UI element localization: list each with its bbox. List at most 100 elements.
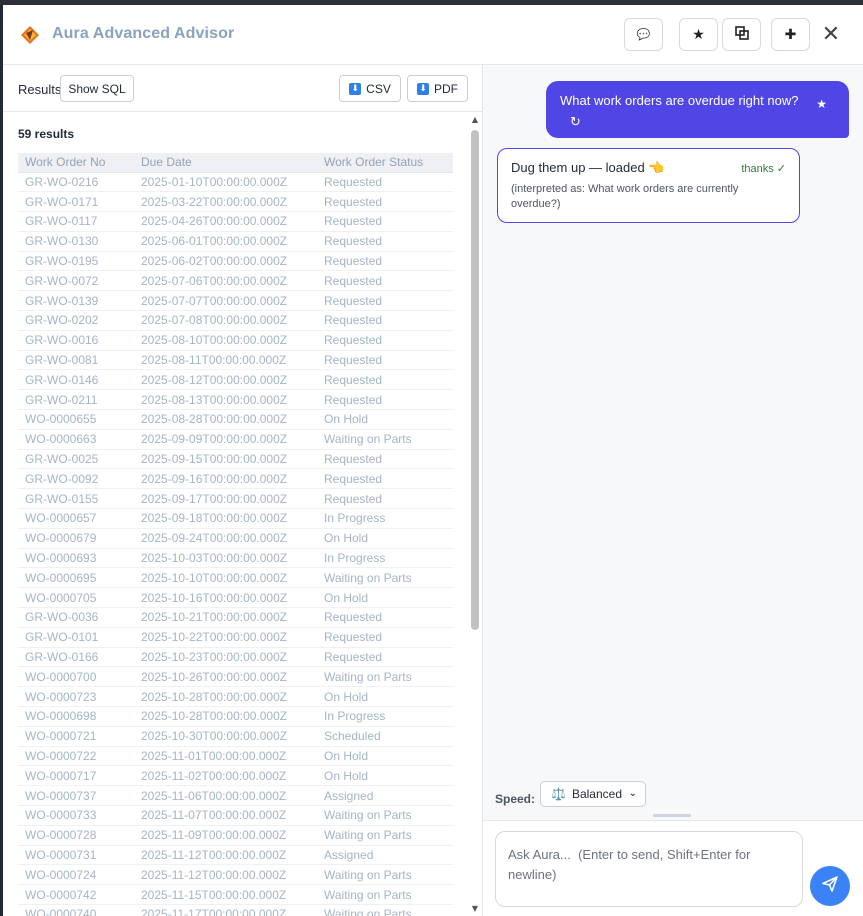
show-sql-button[interactable]: Show SQL [60, 75, 134, 102]
cell-work-order-no: GR-WO-0216 [18, 172, 134, 193]
table-row[interactable]: GR-WO-0155 2025-09-17T00:00:00.000Z Reques… [18, 488, 453, 510]
table-row[interactable]: WO-0000695 2025-10-10T00:00:00.000Z Waitin… [18, 567, 453, 589]
cell-status: Requested [317, 290, 453, 312]
cell-status: Requested [317, 607, 453, 628]
copy-window-button[interactable] [722, 18, 761, 51]
chevron-down-icon: ⌄ [628, 788, 637, 799]
cell-work-order-no: WO-0000657 [18, 508, 134, 529]
cell-due-date: 2025-11-01T00:00:00.000Z [134, 746, 317, 767]
user-message-bubble: What work orders are overdue right now? … [546, 81, 849, 138]
cell-status: Waiting on Parts [317, 884, 453, 905]
table-row[interactable]: WO-0000723 2025-10-28T00:00:00.000Z On Hol… [18, 686, 453, 708]
cell-work-order-no: GR-WO-0171 [18, 191, 134, 213]
table-row[interactable]: WO-0000655 2025-08-28T00:00:00.000Z On Hol… [18, 409, 453, 430]
table-row[interactable]: WO-0000700 2025-10-26T00:00:00.000Z Waitin… [18, 666, 453, 688]
table-row[interactable]: WO-0000733 2025-11-07T00:00:00.000Z Waitin… [18, 805, 453, 826]
scroll-up-icon[interactable]: ▲ [470, 115, 480, 127]
speed-label: Speed: [495, 792, 536, 806]
cell-work-order-no: WO-0000693 [18, 548, 134, 569]
table-row[interactable]: WO-0000731 2025-11-12T00:00:00.000Z Assign… [18, 845, 453, 866]
table-row[interactable]: WO-0000722 2025-11-01T00:00:00.000Z On Hol… [18, 746, 453, 767]
cell-due-date: 2025-08-13T00:00:00.000Z [134, 389, 317, 411]
cell-due-date: 2025-08-12T00:00:00.000Z [134, 369, 317, 391]
table-row[interactable]: GR-WO-0072 2025-07-06T00:00:00.000Z Reques… [18, 270, 453, 292]
table-row[interactable]: GR-WO-0016 2025-08-10T00:00:00.000Z Reques… [18, 330, 453, 351]
csv-download-button[interactable]: ⬇ CSV [339, 75, 401, 102]
close-icon[interactable]: ✕ [821, 24, 841, 46]
table-row[interactable]: GR-WO-0195 2025-06-02T00:00:00.000Z Reques… [18, 251, 453, 272]
cell-status: Waiting on Parts [317, 666, 453, 688]
table-row[interactable]: GR-WO-0146 2025-08-12T00:00:00.000Z Reques… [18, 369, 453, 391]
cell-due-date: 2025-09-09T00:00:00.000Z [134, 429, 317, 450]
cell-due-date: 2025-11-02T00:00:00.000Z [134, 765, 317, 787]
table-row[interactable]: GR-WO-0171 2025-03-22T00:00:00.000Z Reques… [18, 191, 453, 213]
table-row[interactable]: GR-WO-0216 2025-01-10T00:00:00.000Z Reques… [18, 172, 453, 193]
column-header-status[interactable]: Work Order Status [317, 153, 453, 173]
favorites-button[interactable]: ★ [679, 18, 718, 51]
new-chat-button[interactable]: ✚ [771, 18, 810, 51]
table-row[interactable]: WO-0000740 2025-11-17T00:00:00.000Z Waitin… [18, 904, 453, 916]
thanks-button[interactable]: thanks ✓ [741, 162, 786, 175]
table-row[interactable]: WO-0000742 2025-11-15T00:00:00.000Z Waitin… [18, 884, 453, 905]
cell-status: Waiting on Parts [317, 825, 453, 846]
table-row[interactable]: WO-0000717 2025-11-02T00:00:00.000Z On Hol… [18, 765, 453, 787]
cell-status: Requested [317, 310, 453, 331]
table-row[interactable]: WO-0000693 2025-10-03T00:00:00.000Z In Pro… [18, 548, 453, 569]
column-header-work-order-no[interactable]: Work Order No [18, 153, 134, 173]
table-row[interactable]: GR-WO-0025 2025-09-15T00:00:00.000Z Reques… [18, 449, 453, 470]
cell-status: Waiting on Parts [317, 904, 453, 916]
table-row[interactable]: WO-0000721 2025-10-30T00:00:00.000Z Schedu… [18, 726, 453, 747]
assistant-interpretation: (interpreted as: What work orders are cu… [511, 183, 739, 210]
table-row[interactable]: GR-WO-0211 2025-08-13T00:00:00.000Z Reques… [18, 389, 453, 411]
speed-selected-value: Balanced [571, 787, 622, 801]
table-row[interactable]: GR-WO-0130 2025-06-01T00:00:00.000Z Reques… [18, 231, 453, 252]
table-row[interactable]: GR-WO-0166 2025-10-23T00:00:00.000Z Reques… [18, 647, 453, 668]
cell-due-date: 2025-07-06T00:00:00.000Z [134, 270, 317, 292]
cell-status: Requested [317, 270, 453, 292]
table-row[interactable]: WO-0000737 2025-11-06T00:00:00.000Z Assign… [18, 785, 453, 806]
rerun-icon[interactable]: ↻ [570, 115, 581, 130]
chat-bubble-button[interactable]: 💬 [624, 18, 663, 51]
results-table-container: Work Order No Due Date Work Order Status… [18, 153, 453, 916]
download-icon: ⬇ [349, 82, 362, 95]
results-scrollbar[interactable]: ▲ ▼ [470, 115, 480, 916]
cell-work-order-no: WO-0000723 [18, 686, 134, 708]
table-row[interactable]: WO-0000698 2025-10-28T00:00:00.000Z In Pro… [18, 706, 453, 727]
column-header-due-date[interactable]: Due Date [134, 153, 317, 173]
scroll-down-icon[interactable]: ▼ [470, 904, 480, 916]
cell-work-order-no: WO-0000733 [18, 805, 134, 826]
cell-due-date: 2025-03-22T00:00:00.000Z [134, 191, 317, 213]
cell-due-date: 2025-08-11T00:00:00.000Z [134, 350, 317, 371]
ask-input[interactable] [495, 831, 803, 907]
cell-due-date: 2025-06-02T00:00:00.000Z [134, 251, 317, 272]
table-row[interactable]: GR-WO-0202 2025-07-08T00:00:00.000Z Reques… [18, 310, 453, 331]
cell-status: Requested [317, 488, 453, 510]
scrollbar-thumb[interactable] [471, 130, 479, 630]
table-row[interactable]: WO-0000728 2025-11-09T00:00:00.000Z Waitin… [18, 825, 453, 846]
table-row[interactable]: GR-WO-0081 2025-08-11T00:00:00.000Z Reques… [18, 350, 453, 371]
table-row[interactable]: GR-WO-0139 2025-07-07T00:00:00.000Z Reques… [18, 290, 453, 312]
table-row[interactable]: GR-WO-0092 2025-09-16T00:00:00.000Z Reques… [18, 468, 453, 490]
cell-due-date: 2025-09-15T00:00:00.000Z [134, 449, 317, 470]
table-row[interactable]: WO-0000705 2025-10-16T00:00:00.000Z On Hol… [18, 587, 453, 609]
speed-select[interactable]: ⚖️ Balanced ⌄ [540, 781, 646, 807]
pdf-download-button[interactable]: ⬇ PDF [407, 75, 468, 102]
table-row[interactable]: WO-0000657 2025-09-18T00:00:00.000Z In Pro… [18, 508, 453, 529]
resize-grip[interactable] [653, 814, 691, 817]
table-row[interactable]: GR-WO-0036 2025-10-21T00:00:00.000Z Reques… [18, 607, 453, 628]
table-row[interactable]: WO-0000679 2025-09-24T00:00:00.000Z On Hol… [18, 528, 453, 549]
table-row[interactable]: GR-WO-0101 2025-10-22T00:00:00.000Z Reques… [18, 627, 453, 648]
table-row[interactable]: GR-WO-0117 2025-04-26T00:00:00.000Z Reques… [18, 211, 453, 232]
table-row[interactable]: WO-0000724 2025-11-12T00:00:00.000Z Waitin… [18, 864, 453, 886]
results-count: 59 results [18, 127, 75, 141]
cell-work-order-no: WO-0000698 [18, 706, 134, 727]
send-button[interactable] [810, 866, 850, 906]
cell-status: Requested [317, 627, 453, 648]
favorite-star-icon[interactable]: ★ [816, 97, 827, 111]
cell-status: On Hold [317, 409, 453, 430]
copy-icon [734, 26, 749, 43]
show-sql-label: Show SQL [68, 81, 126, 96]
table-row[interactable]: WO-0000663 2025-09-09T00:00:00.000Z Waitin… [18, 429, 453, 450]
cell-work-order-no: GR-WO-0036 [18, 607, 134, 628]
cell-work-order-no: GR-WO-0117 [18, 211, 134, 232]
